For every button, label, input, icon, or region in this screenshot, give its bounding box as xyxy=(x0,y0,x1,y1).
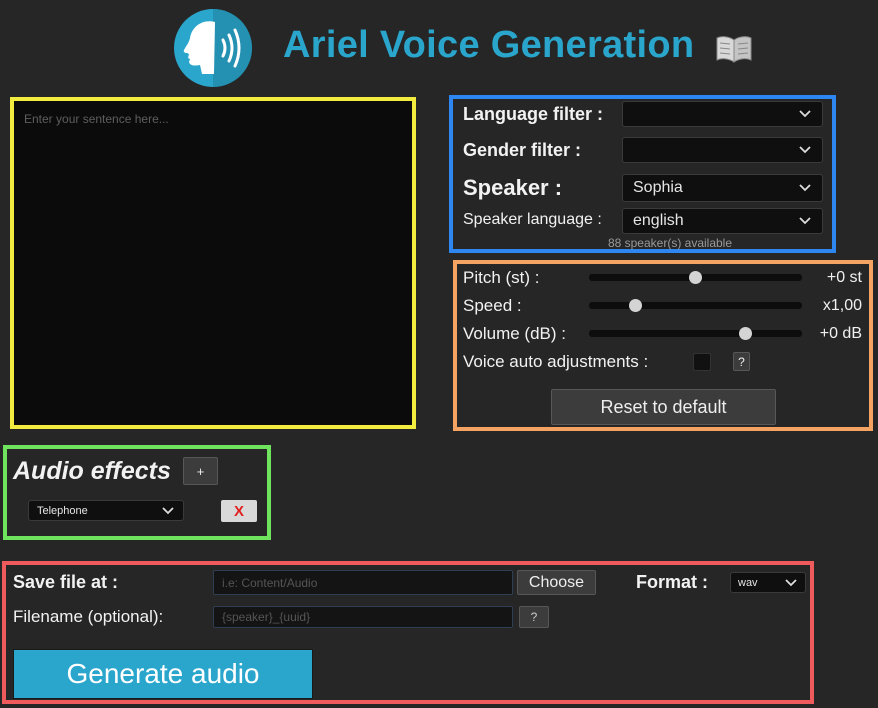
choose-folder-button[interactable]: Choose xyxy=(517,570,596,595)
chevron-down-icon xyxy=(161,504,175,518)
audio-effects-title: Audio effects xyxy=(13,457,171,485)
speaker-language-value: english xyxy=(633,212,684,229)
add-effect-button[interactable]: + xyxy=(183,457,218,485)
save-file-at-label: Save file at : xyxy=(13,572,119,592)
remove-effect-button[interactable]: X xyxy=(221,500,257,522)
speed-label: Speed : xyxy=(463,296,522,315)
gender-filter-dropdown[interactable] xyxy=(622,137,823,163)
effect-value: Telephone xyxy=(37,504,88,517)
pitch-slider[interactable] xyxy=(589,271,802,284)
effect-dropdown[interactable]: Telephone xyxy=(28,500,184,521)
speed-slider-thumb[interactable] xyxy=(629,299,642,312)
filename-input[interactable]: {speaker}_{uuid} xyxy=(213,606,513,628)
speaking-head-icon xyxy=(173,8,253,88)
pitch-label: Pitch (st) : xyxy=(463,268,540,287)
volume-slider-thumb[interactable] xyxy=(739,327,752,340)
speaker-label: Speaker : xyxy=(463,175,563,200)
filename-help-button[interactable]: ? xyxy=(519,606,549,628)
reset-to-default-button[interactable]: Reset to default xyxy=(551,389,776,425)
app-title: Ariel Voice Generation xyxy=(283,24,695,66)
volume-label: Volume (dB) : xyxy=(463,324,566,343)
volume-value: +0 dB xyxy=(819,325,862,342)
speaker-language-label: Speaker language : xyxy=(463,211,602,228)
voice-auto-adjustments-checkbox[interactable] xyxy=(693,353,711,371)
volume-slider[interactable] xyxy=(589,327,802,340)
generate-audio-button[interactable]: Generate audio xyxy=(13,649,313,699)
gender-filter-label: Gender filter : xyxy=(463,140,582,160)
speed-slider[interactable] xyxy=(589,299,802,312)
speed-value: x1,00 xyxy=(822,297,862,314)
language-filter-label: Language filter : xyxy=(463,104,604,124)
sentence-input[interactable] xyxy=(14,101,412,425)
chevron-down-icon xyxy=(798,181,812,195)
chevron-down-icon xyxy=(798,214,812,228)
speaker-language-dropdown[interactable]: english xyxy=(622,208,823,234)
pitch-slider-thumb[interactable] xyxy=(689,271,702,284)
speaker-value: Sophia xyxy=(633,179,683,196)
speaker-dropdown[interactable]: Sophia xyxy=(622,174,823,202)
chevron-down-icon xyxy=(798,107,812,121)
pitch-value: +0 st xyxy=(826,269,862,286)
chevron-down-icon xyxy=(784,576,798,590)
open-book-icon[interactable] xyxy=(714,32,754,64)
voice-auto-adjustments-label: Voice auto adjustments : xyxy=(463,352,649,371)
format-dropdown[interactable]: wav xyxy=(730,572,806,593)
chevron-down-icon xyxy=(798,143,812,157)
format-label: Format : xyxy=(636,572,708,592)
filename-label: Filename (optional): xyxy=(13,607,164,626)
format-value: wav xyxy=(738,576,758,589)
language-filter-dropdown[interactable] xyxy=(622,101,823,127)
voice-auto-help-button[interactable]: ? xyxy=(733,352,750,371)
save-path-input[interactable]: i.e: Content/Audio xyxy=(213,570,513,595)
speakers-available-text: 88 speaker(s) available xyxy=(607,236,733,250)
